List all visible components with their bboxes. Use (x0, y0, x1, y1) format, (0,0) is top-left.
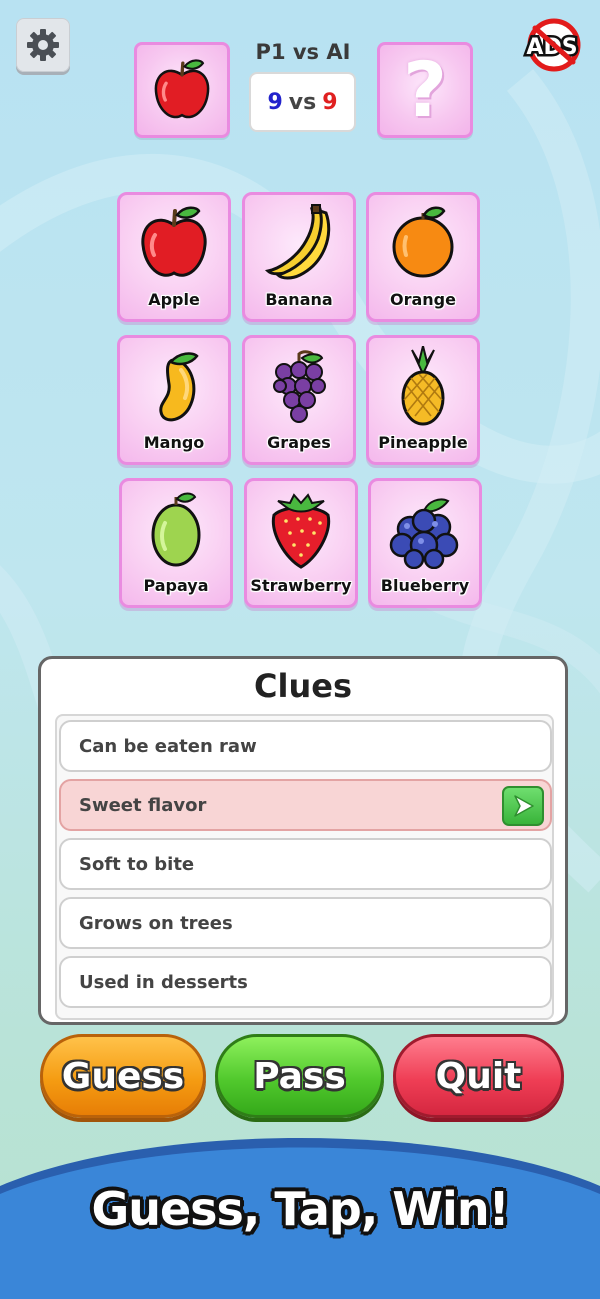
apple-icon (154, 59, 210, 119)
next-clue-button[interactable] (502, 786, 544, 826)
fruit-label: Strawberry (250, 576, 352, 595)
grapes-icon (273, 350, 326, 423)
blueberry-icon (389, 498, 459, 569)
banner-slogan: Guess, Tap, Win! (91, 1182, 509, 1236)
fruit-label: Banana (265, 290, 333, 309)
fruit-card-papaya[interactable]: Papaya (119, 478, 233, 608)
fruit-label: Blueberry (380, 576, 470, 595)
fruit-card-blueberry[interactable]: Blueberry (368, 478, 482, 608)
fruit-card-grapes[interactable]: Grapes (242, 335, 356, 465)
question-mark-icon: ? (402, 45, 448, 134)
play-arrow-icon (514, 795, 534, 817)
mango-icon (159, 352, 199, 422)
clue-text: Used in desserts (79, 971, 248, 993)
fruit-label: Mango (143, 433, 205, 452)
banana-icon (264, 204, 331, 280)
fruit-label: Papaya (143, 576, 209, 595)
no-ads-icon: ADS (524, 18, 581, 72)
fruit-label: Apple (148, 290, 200, 309)
papaya-icon (151, 492, 201, 567)
player-score: 9 (267, 89, 283, 115)
fruit-card-strawberry[interactable]: Strawberry (244, 478, 358, 608)
fruit-label: Grapes (267, 433, 331, 452)
clues-panel: Clues Can be eaten raw Sweet flavor Soft… (38, 656, 568, 1025)
orange-icon (392, 206, 454, 278)
clue-item: Can be eaten raw (59, 720, 552, 772)
fruit-card-pineapple[interactable]: Pineapple (366, 335, 480, 465)
apple-icon (141, 206, 207, 277)
guess-button[interactable]: Guess (40, 1034, 206, 1118)
strawberry-icon (271, 493, 331, 569)
score-box: 9 vs 9 (249, 72, 356, 132)
player-fruit-slot (134, 42, 230, 138)
match-title: P1 vs AI (255, 40, 351, 64)
fruit-card-mango[interactable]: Mango (117, 335, 231, 465)
settings-button[interactable] (16, 18, 70, 72)
pass-button[interactable]: Pass (215, 1034, 384, 1118)
fruit-card-orange[interactable]: Orange (366, 192, 480, 322)
clue-text: Sweet flavor (79, 794, 207, 816)
fruit-card-banana[interactable]: Banana (242, 192, 356, 322)
ai-score: 9 (322, 89, 338, 115)
fruit-card-apple[interactable]: Apple (117, 192, 231, 322)
clue-item-active: Sweet flavor (59, 779, 552, 831)
clue-text: Grows on trees (79, 912, 233, 934)
clue-item: Used in desserts (59, 956, 552, 1008)
opponent-fruit-slot: ? (377, 42, 473, 138)
gear-icon (27, 29, 59, 61)
score-separator: vs (288, 89, 317, 115)
no-ads-button[interactable]: ADS (518, 16, 586, 74)
fruit-label: Orange (390, 290, 456, 309)
clue-text: Soft to bite (79, 853, 195, 875)
clue-item: Soft to bite (59, 838, 552, 890)
clue-text: Can be eaten raw (79, 735, 257, 757)
clues-title: Clues (254, 667, 352, 705)
clue-item: Grows on trees (59, 897, 552, 949)
clues-list[interactable]: Can be eaten raw Sweet flavor Soft to bi… (55, 714, 554, 1020)
fruit-label: Pineapple (378, 433, 468, 452)
quit-button[interactable]: Quit (393, 1034, 564, 1118)
pineapple-icon (401, 346, 445, 426)
